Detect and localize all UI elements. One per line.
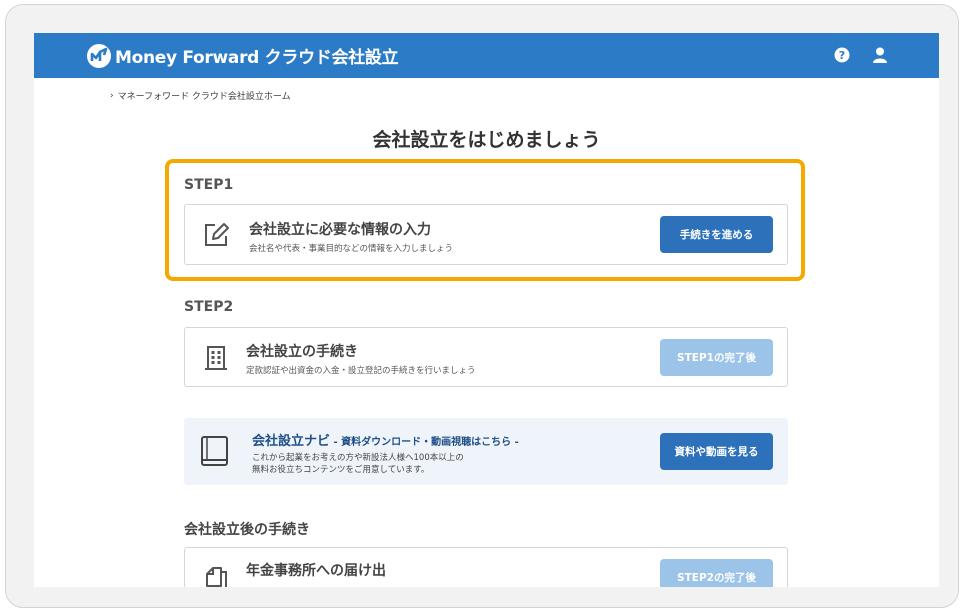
navi-description: これから起業をお考えの方や新設法人様へ100本以上の 無料お役立ちコンテンツをご…: [252, 452, 464, 476]
step1-subtitle: 会社名や代表・事業目的などの情報を入力しましょう: [249, 244, 454, 254]
book-icon: [198, 434, 232, 468]
svg-text:?: ?: [839, 49, 845, 62]
step2-card: 会社設立の手続き 定款認証や出資金の入金・設立登記の手続きを行いましょう STE…: [184, 327, 788, 387]
money-forward-logo-icon: [87, 43, 111, 68]
proceed-button[interactable]: 手続きを進める: [660, 216, 773, 253]
navi-title-suffix: - 資料ダウンロード・動画視聴はこちら -: [330, 437, 519, 448]
breadcrumb: › マネーフォワード クラウド会社設立ホーム: [110, 89, 291, 103]
user-icon[interactable]: [871, 46, 889, 64]
navi-desc-line1: これから起業をお考えの方や新設法人様へ100本以上の: [252, 453, 464, 463]
step1-title: 会社設立に必要な情報の入力: [249, 222, 431, 238]
logo-text: Money Forward クラウド会社設立: [115, 48, 399, 68]
step1-label: STEP1: [184, 177, 234, 193]
view-materials-button[interactable]: 資料や動画を見る: [660, 433, 773, 470]
chevron-right-icon: ›: [110, 90, 114, 101]
navi-desc-line2: 無料お役立ちコンテンツをご用意しています。: [252, 465, 430, 475]
documents-icon: [201, 562, 231, 587]
top-header: Money Forward クラウド会社設立 ?: [34, 33, 939, 78]
logo[interactable]: Money Forward クラウド会社設立: [87, 43, 399, 68]
question-circle-icon[interactable]: ?: [833, 46, 851, 64]
setup-navi-banner: 会社設立ナビ - 資料ダウンロード・動画視聴はこちら - これから起業をお考えの…: [184, 418, 788, 485]
step1-complete-button[interactable]: STEP1の完了後: [660, 339, 773, 376]
step2-complete-button[interactable]: STEP2の完了後: [660, 559, 773, 587]
step1-card: 会社設立に必要な情報の入力 会社名や代表・事業目的などの情報を入力しましょう 手…: [184, 204, 788, 265]
edit-icon: [201, 220, 231, 250]
step2-subtitle: 定款認証や出資金の入金・設立登記の手続きを行いましょう: [246, 366, 476, 376]
navi-title-text: 会社設立ナビ: [252, 434, 331, 449]
step2-label: STEP2: [184, 299, 234, 315]
after-setup-label: 会社設立後の手続き: [184, 522, 310, 538]
breadcrumb-home-link[interactable]: マネーフォワード クラウド会社設立ホーム: [118, 89, 291, 102]
pension-office-title: 年金事務所への届け出: [246, 563, 386, 579]
navi-title[interactable]: 会社設立ナビ - 資料ダウンロード・動画視聴はこちら -: [252, 430, 519, 449]
window-frame: Money Forward クラウド会社設立 ? › マネーフォワード クラウド…: [5, 4, 959, 608]
pension-office-card: 年金事務所への届け出 STEP2の完了後: [184, 547, 788, 587]
page-title: 会社設立をはじめましょう: [372, 129, 601, 151]
browser-viewport: Money Forward クラウド会社設立 ? › マネーフォワード クラウド…: [34, 33, 939, 587]
step2-title: 会社設立の手続き: [246, 344, 358, 360]
building-icon: [201, 343, 231, 373]
